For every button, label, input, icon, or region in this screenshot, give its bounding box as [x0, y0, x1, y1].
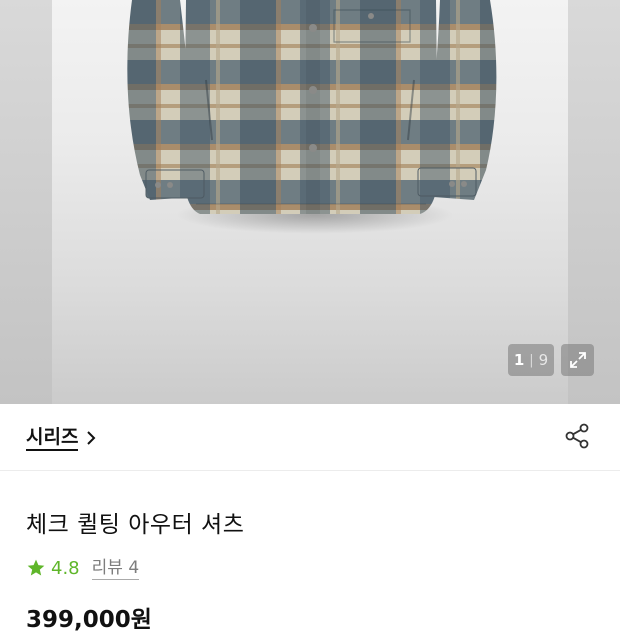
- rating-value: 4.8: [51, 557, 80, 579]
- star-icon: [27, 559, 45, 576]
- product-image-gallery[interactable]: 1 | 9: [0, 0, 620, 404]
- expand-image-button[interactable]: [561, 344, 594, 376]
- series-link[interactable]: 시리즈: [26, 425, 96, 451]
- product-price: 399,000원: [26, 607, 152, 633]
- series-row: 시리즈: [0, 404, 620, 471]
- image-counter-current: 1: [513, 351, 525, 369]
- image-counter-separator: |: [529, 352, 534, 368]
- series-label: 시리즈: [26, 426, 79, 451]
- product-title: 체크 퀼팅 아우터 셔츠: [26, 512, 245, 538]
- share-icon: [565, 423, 589, 449]
- share-button[interactable]: [562, 421, 592, 451]
- image-counter: 1 | 9: [508, 344, 554, 376]
- rating-row: 4.8 리뷰 4: [26, 554, 140, 582]
- chevron-right-icon: [86, 430, 96, 446]
- expand-icon: [569, 352, 586, 368]
- reviews-link[interactable]: 리뷰 4: [91, 557, 140, 580]
- image-counter-total: 9: [538, 351, 549, 369]
